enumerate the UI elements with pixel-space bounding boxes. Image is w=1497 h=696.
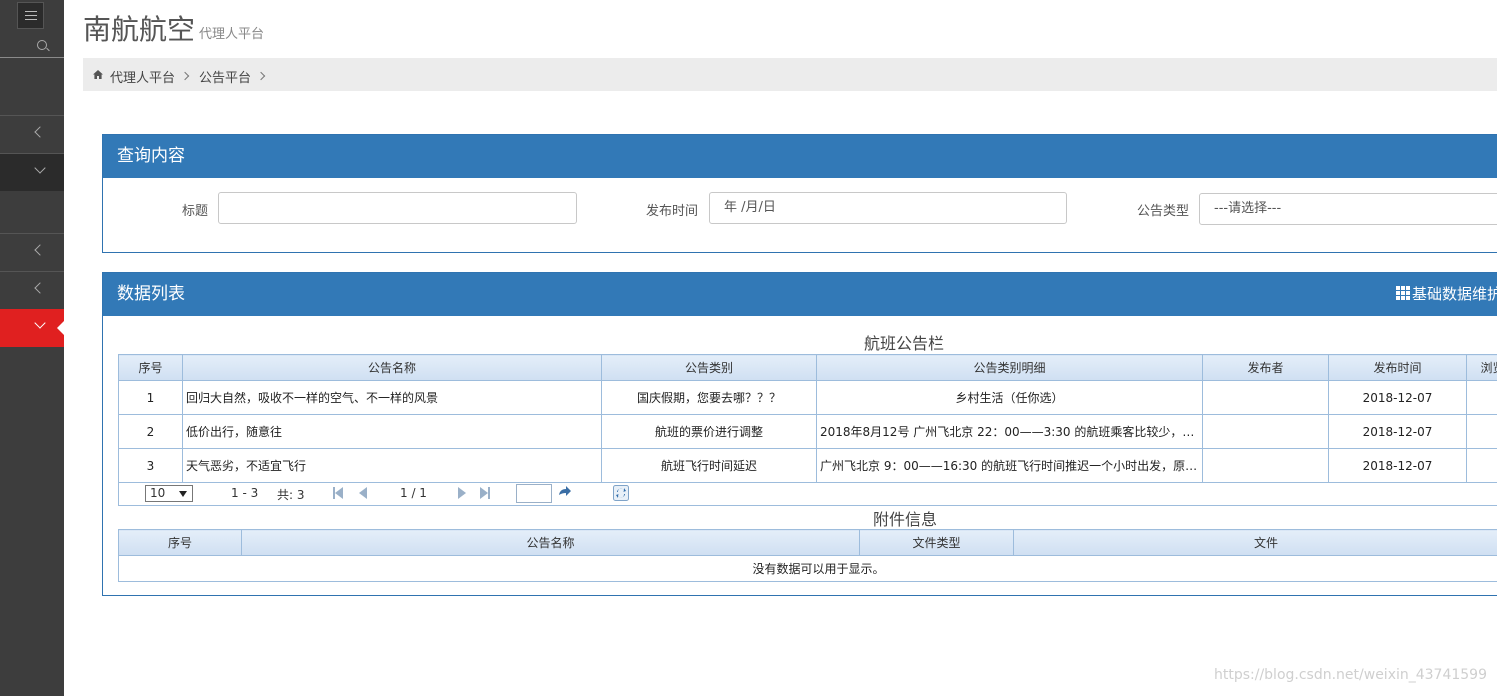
sidebar-item-3[interactable] [0, 233, 64, 271]
column-header[interactable]: 公告名称 [241, 529, 860, 556]
sidebar-search[interactable] [0, 38, 64, 58]
breadcrumb-separator-icon [180, 71, 190, 81]
goto-page-input[interactable] [516, 484, 552, 503]
title-label: 标题 [182, 204, 209, 219]
sidebar-item-4[interactable] [0, 271, 64, 309]
page-indicator: 1 / 1 [400, 486, 427, 500]
cell-category: 航班飞行时间延迟 [601, 448, 817, 483]
column-header[interactable]: 公告类别明细 [816, 354, 1203, 381]
column-header[interactable]: 公告类别 [601, 354, 817, 381]
empty-row: 没有数据可以用于显示。 [118, 555, 1497, 582]
cell-views [1466, 414, 1497, 449]
cell-category: 国庆假期，您要去哪？？？ [601, 380, 817, 415]
refresh-icon[interactable] [613, 485, 629, 501]
chevron-left-icon [34, 126, 46, 138]
column-header[interactable]: 序号 [118, 529, 242, 556]
sidebar-item-1[interactable] [0, 115, 64, 153]
notice-type-select[interactable]: ---请选择--- [1199, 193, 1497, 225]
chevron-left-icon [34, 244, 46, 256]
table-row[interactable]: 1 回归大自然，吸收不一样的空气、不一样的风景 国庆假期，您要去哪？？？ 乡村生… [118, 380, 1497, 415]
attachment-grid-caption: 附件信息 [873, 510, 938, 529]
basic-data-maintenance-button[interactable]: 基础数据维护 [1396, 273, 1497, 316]
table-row[interactable]: 2 低价出行，随意往 航班的票价进行调整 2018年8月12号 广州飞北京 22… [118, 414, 1497, 449]
attachment-table-header: 序号 公告名称 文件类型 文件 [118, 529, 1497, 556]
breadcrumb-item-current[interactable]: 公告平台 [199, 67, 251, 86]
cell-name: 低价出行，随意往 [182, 414, 602, 449]
cell-name: 天气恶劣，不适宜飞行 [182, 448, 602, 483]
table-row[interactable]: 3 天气恶劣，不适宜飞行 航班飞行时间延迟 广州飞北京 9：00——16:30 … [118, 448, 1497, 483]
column-header[interactable]: 文件类型 [859, 529, 1014, 556]
data-panel-title: 数据列表 [117, 284, 185, 304]
prev-page-icon[interactable] [359, 487, 367, 499]
pager: 10 1 - 3 共: 3 1 / 1 [118, 482, 1497, 506]
home-icon [93, 70, 103, 79]
chevron-down-icon [34, 162, 46, 174]
cell-views [1466, 448, 1497, 483]
query-panel: 查询内容 标题 发布时间 年 /月/日 公告类型 ---请选择--- [102, 134, 1497, 253]
chevron-left-icon [34, 282, 46, 294]
cell-publisher [1202, 448, 1329, 483]
title-input[interactable] [218, 192, 577, 224]
column-header[interactable]: 序号 [118, 354, 183, 381]
app-subtitle: 代理人平台 [199, 27, 265, 42]
last-page-icon[interactable] [480, 487, 490, 499]
page-size-value: 10 [150, 486, 166, 500]
breadcrumb: 代理人平台 公告平台 [83, 58, 1497, 91]
first-page-icon[interactable] [333, 487, 343, 499]
publish-date-label: 发布时间 [646, 204, 699, 219]
announcement-table-header: 序号 公告名称 公告类别 公告类别明细 发布者 发布时间 浏览 [118, 354, 1497, 381]
column-header[interactable]: 发布时间 [1328, 354, 1467, 381]
app-title: 南航航空 [83, 13, 196, 46]
column-header[interactable]: 文件 [1013, 529, 1497, 556]
cell-no: 1 [118, 380, 183, 415]
announcement-table: 序号 公告名称 公告类别 公告类别明细 发布者 发布时间 浏览 1 回归大自然，… [118, 354, 1497, 483]
empty-message: 没有数据可以用于显示。 [118, 555, 1497, 582]
cell-views [1466, 380, 1497, 415]
cell-no: 2 [118, 414, 183, 449]
sidebar-item-active[interactable] [0, 309, 65, 347]
query-panel-title: 查询内容 [117, 146, 185, 166]
cell-date: 2018-12-07 [1328, 380, 1467, 415]
cell-publisher [1202, 380, 1329, 415]
menu-toggle-icon[interactable] [17, 2, 44, 29]
cell-detail: 广州飞北京 9：00——16:30 的航班飞行时间推迟一个小时出发，原因是天气恶… [816, 448, 1203, 483]
column-header[interactable]: 发布者 [1202, 354, 1329, 381]
cell-detail: 2018年8月12号 广州飞北京 22：00——3:30 的航班乘客比较少，票价… [816, 414, 1203, 449]
search-icon[interactable] [37, 40, 47, 50]
breadcrumb-item-home[interactable]: 代理人平台 [110, 67, 175, 86]
sidebar-item-2[interactable] [0, 153, 64, 191]
query-panel-header: 查询内容 [103, 135, 1497, 178]
notice-type-label: 公告类型 [1137, 204, 1190, 219]
cell-publisher [1202, 414, 1329, 449]
column-header[interactable]: 浏览 [1466, 354, 1497, 381]
page-size-select[interactable]: 10 [145, 485, 193, 502]
cell-detail: 乡村生活（任你选） [816, 380, 1203, 415]
announcement-grid-caption: 航班公告栏 [864, 334, 945, 353]
publish-date-input[interactable]: 年 /月/日 [709, 192, 1067, 224]
basic-data-maintenance-label: 基础数据维护 [1412, 285, 1497, 303]
cell-date: 2018-12-07 [1328, 414, 1467, 449]
total-count: 共: 3 [277, 488, 305, 502]
go-arrow-icon[interactable] [558, 486, 572, 499]
next-page-icon[interactable] [458, 487, 466, 499]
dropdown-arrow-icon [179, 491, 187, 497]
page-range: 1 - 3 [231, 486, 259, 500]
chevron-down-icon [34, 317, 46, 329]
column-header[interactable]: 公告名称 [182, 354, 602, 381]
sidebar [0, 0, 65, 696]
grid-icon [1396, 286, 1410, 300]
cell-date: 2018-12-07 [1328, 448, 1467, 483]
data-panel: 数据列表 基础数据维护 航班公告栏 序号 公告名称 公告类别 公告类别明细 发布… [102, 272, 1497, 596]
cell-no: 3 [118, 448, 183, 483]
cell-name: 回归大自然，吸收不一样的空气、不一样的风景 [182, 380, 602, 415]
breadcrumb-separator-icon [256, 71, 266, 81]
data-panel-header: 数据列表 基础数据维护 [103, 273, 1497, 316]
watermark: https://blog.csdn.net/weixin_43741599 [1213, 667, 1487, 683]
attachment-table: 序号 公告名称 文件类型 文件 没有数据可以用于显示。 [118, 529, 1497, 582]
cell-category: 航班的票价进行调整 [601, 414, 817, 449]
